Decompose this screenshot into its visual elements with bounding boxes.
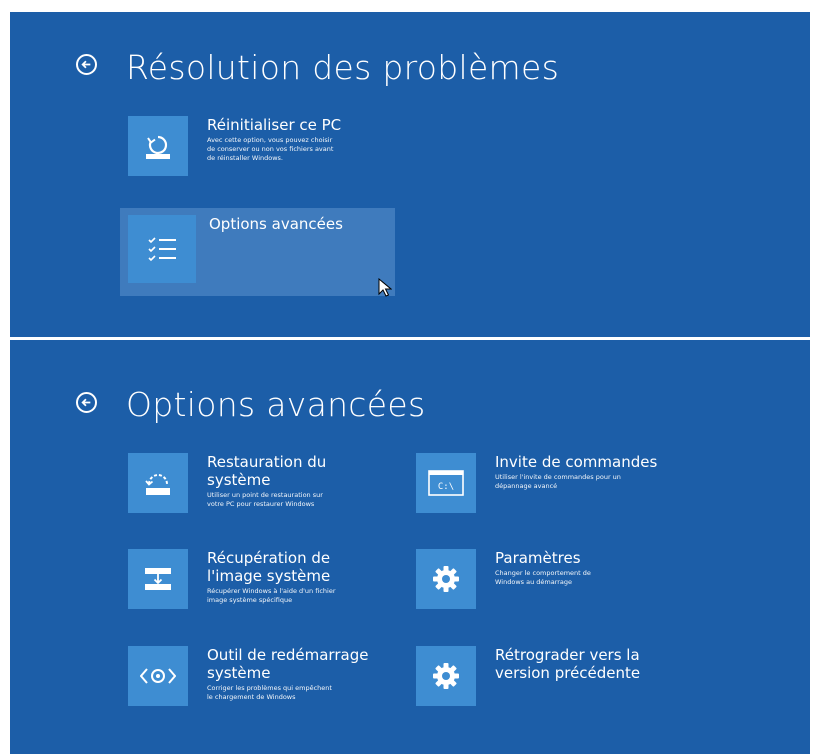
startup-repair-icon [128, 646, 188, 706]
checklist-icon [128, 215, 196, 283]
tile-description: Utiliser un point de restauration sur vo… [207, 491, 323, 508]
advanced-options-tile[interactable]: Options avancées [120, 208, 395, 296]
page-title: Résolution des problèmes [126, 48, 560, 87]
startup-repair-tile[interactable]: Outil de redémarrage système Corriger le… [128, 646, 377, 706]
tile-description: Corriger les problèmes qui empêchent le … [207, 684, 332, 701]
tile-description: Changer le comportement de Windows au dé… [495, 569, 591, 586]
page-title: Options avancées [126, 385, 426, 424]
gear-icon [416, 646, 476, 706]
advanced-options-screen: Options avancées Restauration du système… [10, 340, 810, 754]
gear-icon [416, 549, 476, 609]
back-arrow-icon[interactable] [76, 54, 97, 75]
settings-tile[interactable]: Paramètres Changer le comportement de Wi… [416, 549, 591, 609]
downgrade-tile[interactable]: Rétrograder vers la version précédente [416, 646, 655, 706]
system-restore-icon [128, 453, 188, 513]
back-arrow-icon[interactable] [76, 392, 97, 413]
reset-pc-icon [128, 116, 188, 176]
mouse-cursor-icon [378, 277, 393, 302]
tile-description: Avec cette option, vous pouvez choisir d… [207, 136, 334, 162]
image-recovery-tile[interactable]: Récupération de l'image système Récupére… [128, 549, 347, 609]
tile-description: Utiliser l'invite de commandes pour un d… [495, 473, 621, 490]
tile-name: Rétrograder vers la version précédente [495, 646, 641, 682]
tile-name: Outil de redémarrage système [207, 646, 369, 682]
tile-name: Paramètres [495, 549, 581, 567]
tile-name: Invite de commandes [495, 453, 658, 471]
troubleshoot-screen: Résolution des problèmes Réinitialiser c… [10, 12, 810, 337]
tile-name: Réinitialiser ce PC [207, 116, 342, 134]
system-restore-tile[interactable]: Restauration du système Utiliser un poin… [128, 453, 337, 513]
tile-name: Options avancées [209, 215, 343, 233]
command-prompt-icon: C:\ [416, 453, 476, 513]
reset-pc-tile[interactable]: Réinitialiser ce PC Avec cette option, v… [128, 116, 341, 176]
svg-text:C:\: C:\ [438, 482, 454, 492]
image-recovery-icon [128, 549, 188, 609]
tile-name: Récupération de l'image système [207, 549, 331, 585]
tile-name: Restauration du système [207, 453, 327, 489]
tile-description: Récupérer Windows à l'aide d'un fichier … [207, 587, 336, 604]
command-prompt-tile[interactable]: C:\ Invite de commandes Utiliser l'invit… [416, 453, 657, 513]
